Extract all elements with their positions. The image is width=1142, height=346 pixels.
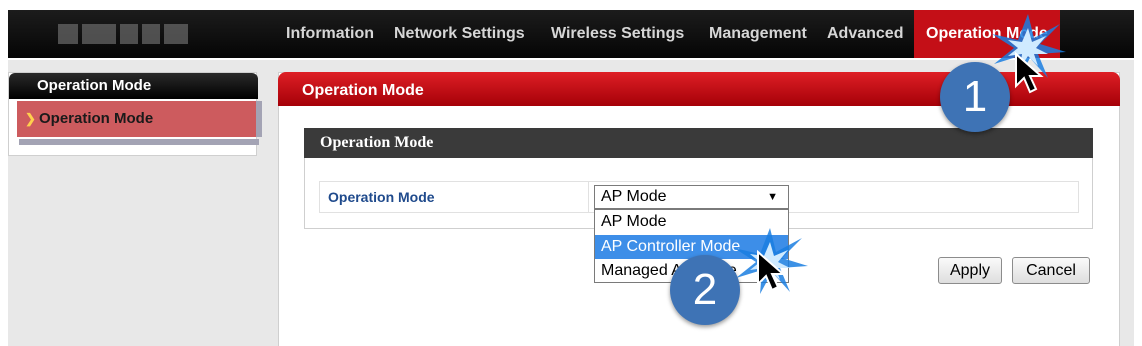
nav-network-settings[interactable]: Network Settings	[394, 10, 525, 58]
nav-wireless-settings[interactable]: Wireless Settings	[551, 10, 684, 58]
brand-logo	[58, 24, 188, 44]
row-divider	[588, 182, 589, 212]
mouse-cursor-icon	[757, 250, 786, 292]
nav-advanced[interactable]: Advanced	[827, 10, 903, 58]
sidebar-item-label: Operation Mode	[39, 110, 154, 127]
operation-mode-select[interactable]: AP Mode ▼	[594, 185, 789, 209]
cancel-button[interactable]: Cancel	[1012, 257, 1090, 284]
sidebar-item-shadow	[19, 139, 259, 145]
step-1-badge: 1	[940, 62, 1010, 132]
nav-information[interactable]: Information	[286, 10, 374, 58]
mouse-cursor-icon	[1015, 52, 1044, 94]
sidebar-item-operation-mode[interactable]: ❯ Operation Mode	[17, 101, 257, 137]
sidebar-menu: Operation Mode ❯ Operation Mode	[8, 72, 262, 156]
select-value: AP Mode	[601, 188, 667, 205]
step-2-badge: 2	[670, 255, 740, 325]
operation-mode-label: Operation Mode	[328, 189, 435, 205]
section-title: Operation Mode	[304, 128, 1093, 158]
chevron-right-icon: ❯	[25, 111, 36, 126]
apply-button[interactable]: Apply	[938, 257, 1002, 284]
sidebar-title: Operation Mode	[9, 73, 258, 99]
top-navigation-bar: Information Network Settings Wireless Se…	[8, 10, 1134, 58]
dropdown-arrow-icon[interactable]: ▼	[767, 186, 778, 208]
sidebar-item-edge	[256, 101, 262, 137]
nav-management[interactable]: Management	[709, 10, 807, 58]
